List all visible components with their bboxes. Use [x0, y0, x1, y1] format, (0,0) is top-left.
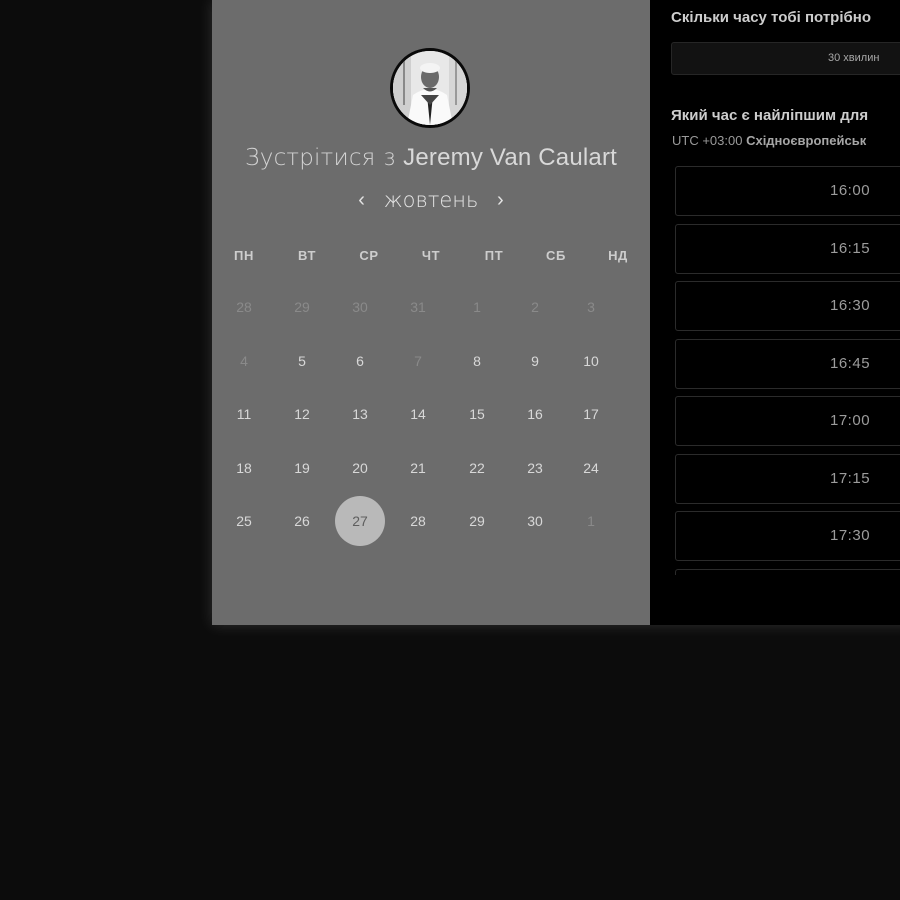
calendar-week-row: 11 12 13 14 15 16 17: [212, 389, 650, 443]
host-avatar: [390, 48, 470, 128]
calendar-day: 2: [531, 299, 539, 315]
prev-month-icon[interactable]: ‹: [354, 189, 370, 212]
time-slot-button[interactable]: 16:45: [675, 338, 900, 389]
host-name: Jeremy Van Caulart: [403, 144, 618, 171]
calendar-day[interactable]: 12: [277, 389, 327, 439]
timezone-name[interactable]: Східноєвропейськ: [746, 133, 866, 148]
calendar-day[interactable]: 24: [566, 443, 616, 493]
calendar-day: 1: [473, 299, 481, 315]
weekday-label: СР: [359, 248, 379, 263]
calendar-day[interactable]: 15: [452, 389, 502, 439]
calendar-grid: 28 29 30 31 1 2 3 4 5 6 7 8 9 10 11 12 13 14 15 16 17 18 19 20 2…: [212, 282, 650, 550]
calendar-day: 28: [236, 299, 252, 315]
month-label: жовтень: [383, 188, 479, 212]
calendar-day[interactable]: 19: [277, 443, 327, 493]
calendar-day[interactable]: 20: [335, 443, 385, 493]
meeting-title-prefix: Зустрітися з: [244, 145, 396, 171]
calendar-day[interactable]: 22: [452, 443, 502, 493]
calendar-day: 29: [294, 299, 310, 315]
duration-select[interactable]: 30 хвилин: [671, 42, 900, 75]
time-question: Який час є найліпшим для: [671, 107, 869, 124]
weekday-label: НД: [608, 248, 628, 263]
calendar-day[interactable]: 5: [277, 336, 327, 386]
calendar-day[interactable]: 30: [510, 496, 560, 546]
calendar-day[interactable]: 6: [335, 336, 385, 386]
calendar-day[interactable]: 11: [219, 389, 269, 439]
calendar-day[interactable]: 10: [566, 336, 616, 386]
calendar-day[interactable]: 26: [277, 496, 327, 546]
selected-day[interactable]: 27: [335, 496, 385, 546]
time-slot-button[interactable]: [675, 568, 900, 575]
calendar-day[interactable]: 9: [510, 336, 560, 386]
calendar-day[interactable]: 23: [510, 443, 560, 493]
weekday-label: ЧТ: [421, 248, 441, 263]
timezone-offset: UTC +03:00: [672, 133, 743, 148]
weekday-label: ПТ: [484, 248, 504, 263]
calendar-week-row: 28 29 30 31 1 2 3: [212, 282, 650, 336]
duration-question: Скільки часу тобі потрібно: [671, 9, 871, 26]
calendar-week-row: 25 26 27 28 29 30 1: [212, 496, 650, 550]
calendar-day[interactable]: 29: [452, 496, 502, 546]
time-slot-button[interactable]: 16:15: [675, 223, 900, 274]
calendar-day: 30: [352, 299, 368, 315]
time-selection-panel: Скільки часу тобі потрібно 30 хвилин Яки…: [650, 0, 900, 625]
booking-modal: Зустрітися з Jeremy Van Caulart ‹ жовтен…: [212, 0, 900, 625]
calendar-day: 1: [587, 513, 595, 529]
time-slot-button[interactable]: 17:15: [675, 453, 900, 504]
weekday-header: ПН ВТ СР ЧТ ПТ СБ НД: [212, 248, 650, 266]
timezone-label: UTC +03:00 Східноєвропейськ: [672, 133, 866, 148]
meeting-title: Зустрітися з Jeremy Van Caulart: [212, 144, 650, 172]
calendar-day: 7: [414, 352, 422, 369]
calendar-day: 31: [410, 299, 426, 315]
time-slot-list[interactable]: 16:00 16:15 16:30 16:45 17:00 17:15 17:30: [675, 166, 900, 575]
calendar-day[interactable]: 8: [452, 336, 502, 386]
time-slot-button[interactable]: 17:00: [675, 396, 900, 446]
calendar-day[interactable]: 25: [219, 496, 269, 546]
calendar-day[interactable]: 13: [335, 389, 385, 439]
calendar-day: 3: [587, 299, 595, 315]
calendar-day: 4: [240, 352, 248, 369]
calendar-day[interactable]: 21: [393, 443, 443, 493]
time-slot-button[interactable]: 16:30: [675, 281, 900, 331]
weekday-label: ПН: [234, 248, 254, 263]
calendar-week-row: 4 5 6 7 8 9 10: [212, 336, 650, 390]
calendar-day[interactable]: 28: [393, 496, 443, 546]
weekday-label: СБ: [546, 248, 566, 263]
calendar-week-row: 18 19 20 21 22 23 24: [212, 443, 650, 497]
month-navigation: ‹ жовтень ›: [212, 188, 650, 212]
calendar-panel: Зустрітися з Jeremy Van Caulart ‹ жовтен…: [212, 0, 650, 625]
time-slot-button[interactable]: 17:30: [675, 511, 900, 561]
weekday-label: ВТ: [297, 248, 317, 263]
calendar-day[interactable]: 14: [393, 389, 443, 439]
calendar-day[interactable]: 17: [566, 389, 616, 439]
calendar-day[interactable]: 16: [510, 389, 560, 439]
calendar-day[interactable]: 18: [219, 443, 269, 493]
time-slot-button[interactable]: 16:00: [675, 166, 900, 216]
next-month-icon[interactable]: ›: [492, 189, 508, 212]
